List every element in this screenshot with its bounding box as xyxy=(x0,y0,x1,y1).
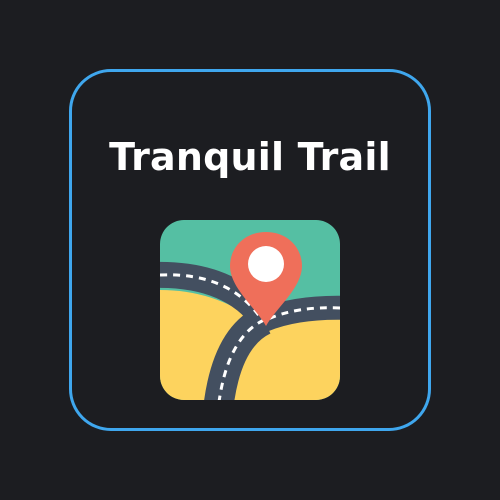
app-title: Tranquil Trail xyxy=(109,135,391,179)
page-canvas: Tranquil Trail xyxy=(0,0,500,500)
location-pin-center xyxy=(248,246,284,282)
map-location-pin-road-icon[interactable] xyxy=(160,220,340,400)
